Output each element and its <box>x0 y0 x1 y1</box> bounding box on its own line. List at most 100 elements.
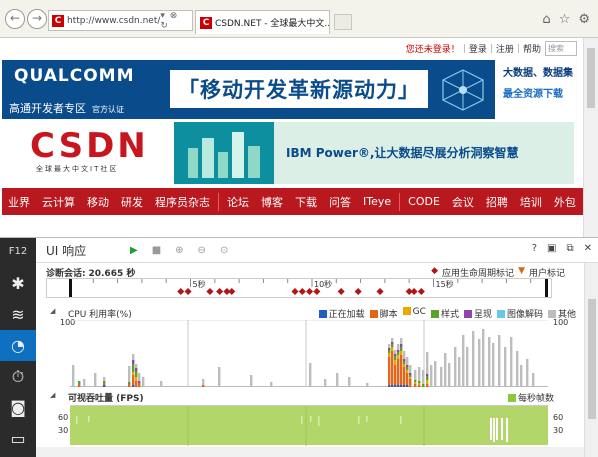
lifecycle-marker <box>298 287 306 296</box>
fps-swatch <box>507 394 516 402</box>
back-button[interactable]: ← <box>5 9 25 29</box>
fps-chart[interactable] <box>70 405 548 446</box>
dom-explorer-icon[interactable]: ✱ <box>0 268 36 299</box>
cpu-bar-segment <box>414 382 417 384</box>
tab-csdn[interactable]: C CSDN.NET - 全球最大中文... × <box>195 10 330 34</box>
settings-gear-icon[interactable]: ⚙ <box>578 12 590 27</box>
nav-item[interactable]: 招聘 <box>480 194 514 210</box>
cpu-bar-segment <box>132 364 135 372</box>
cpu-bar-segment <box>138 381 141 383</box>
ui-responsiveness-icon[interactable]: ◔ <box>0 330 36 361</box>
cpu-bar-segment <box>406 367 409 370</box>
login-link[interactable]: 登录 <box>469 42 487 55</box>
network-icon[interactable]: ≋ <box>0 299 36 330</box>
nav-item[interactable]: ITeye <box>357 195 397 208</box>
cpu-bar-segment <box>403 364 406 367</box>
nav-item[interactable]: CODE <box>402 195 446 208</box>
lifecycle-marker <box>337 287 345 296</box>
sub-nav-cut-off <box>2 218 583 237</box>
cpu-bar-segment <box>128 382 131 384</box>
cpu-bar-segment <box>422 370 425 384</box>
collapse-arrow-icon[interactable]: ◢ <box>50 307 55 315</box>
nav-item[interactable]: 业界 <box>2 194 36 210</box>
cpu-bar-segment <box>202 379 205 385</box>
nav-item[interactable]: 移动 <box>81 194 115 210</box>
close-devtools-icon[interactable]: ✕ <box>584 243 592 254</box>
cpu-chart[interactable] <box>70 319 548 387</box>
cpu-bar-segment <box>414 384 417 387</box>
legend-swatch <box>496 310 505 318</box>
nav-item[interactable]: 下载 <box>289 194 323 210</box>
zoom-in-icon[interactable]: ⊕ <box>175 245 183 256</box>
cpu-bar-segment <box>309 363 312 387</box>
cpu-bar-segment <box>94 373 97 387</box>
cpu-bar-segment <box>397 359 400 385</box>
console-icon[interactable]: ▣ <box>547 243 556 254</box>
undock-icon[interactable]: ⧉ <box>566 243 573 254</box>
nav-item[interactable]: 论坛 <box>221 194 255 210</box>
cpu-bar-segment <box>472 331 475 387</box>
timeline-tick-label: 15秒 <box>436 279 454 289</box>
register-link[interactable]: 注册 <box>496 42 514 55</box>
timeline-ruler[interactable]: 5秒10秒15秒20秒 <box>46 278 552 298</box>
bigdata-ad[interactable]: 大数据、数据集 最全资源下载 <box>503 64 573 106</box>
nav-item[interactable]: 培训 <box>514 194 548 210</box>
nav-item[interactable]: 外包 <box>548 194 582 210</box>
new-tab-button[interactable] <box>334 14 352 30</box>
cpu-bar-segment <box>403 351 406 359</box>
emulation-icon[interactable]: ▭ <box>0 423 36 454</box>
url-text[interactable]: http://www.csdn.net/ <box>67 16 160 26</box>
cpu-bar-segment <box>409 373 412 375</box>
address-bar[interactable]: C http://www.csdn.net/ ▾ ⊗ ↻ <box>48 10 193 31</box>
cpu-bar-segment <box>135 381 138 387</box>
cpu-bar-segment <box>103 383 106 385</box>
cpu-bar-segment <box>78 384 81 387</box>
bigdata-link[interactable]: 最全资源下载 <box>503 85 573 100</box>
cpu-bar-segment <box>414 370 417 380</box>
cpu-bar-segment <box>270 382 273 387</box>
legend-swatch <box>430 310 439 318</box>
home-icon[interactable]: ⌂ <box>542 12 550 27</box>
cpu-legend: 正在加载 脚本 GC 样式 呈现 图像解码 其他 <box>318 307 576 320</box>
page-scrollbar[interactable] <box>583 38 598 237</box>
cpu-bar-segment <box>406 370 409 373</box>
cpu-bar-segment <box>409 379 412 387</box>
cpu-bar-segment <box>394 350 397 354</box>
zoom-out-icon[interactable]: ⊖ <box>198 245 206 256</box>
csdn-logo[interactable]: CSDN 全球最大中文IT社区 <box>30 128 149 174</box>
help-link[interactable]: 帮助 <box>523 42 541 55</box>
nav-item[interactable]: 会议 <box>446 194 480 210</box>
cpu-bar-segment <box>409 365 412 373</box>
stop-profiling-icon[interactable]: ■ <box>152 245 161 256</box>
help-icon[interactable]: ? <box>532 243 537 254</box>
address-controls[interactable]: ▾ ⊗ ↻ <box>160 11 192 31</box>
cpu-bar-segment <box>135 368 138 371</box>
search-input[interactable]: 搜索 <box>545 41 577 56</box>
ibm-ad-banner[interactable]: IBM Power®,让大数据尽展分析洞察智慧 <box>174 122 574 184</box>
devtools-scrollbar[interactable] <box>584 263 598 457</box>
ibm-ad-text: IBM Power®,让大数据尽展分析洞察智慧 <box>286 146 519 160</box>
lifecycle-marker <box>410 287 418 296</box>
fps-dip <box>400 416 402 424</box>
nav-item[interactable]: 研发 <box>115 194 149 210</box>
favorites-star-icon[interactable]: ☆ <box>559 12 571 27</box>
reset-zoom-icon[interactable]: ⊙ <box>220 245 228 256</box>
cpu-bar-segment <box>406 385 409 387</box>
nav-item[interactable]: 程序员杂志 <box>149 194 216 210</box>
lifecycle-marker <box>228 287 236 296</box>
nav-item[interactable]: 博客 <box>255 194 289 210</box>
nav-item[interactable]: 云计算 <box>36 194 81 210</box>
lifecycle-marker <box>216 287 224 296</box>
start-profiling-icon[interactable]: ▶ <box>130 245 138 256</box>
cpu-bar-segment <box>202 385 205 387</box>
fps-dip <box>76 416 78 424</box>
forward-button[interactable]: → <box>27 9 47 29</box>
cpu-bar-segment <box>434 361 437 387</box>
nav-item[interactable]: 问答 <box>323 194 357 210</box>
lifecycle-marker <box>417 287 425 296</box>
camera-icon[interactable]: ◙ <box>0 392 36 423</box>
memory-icon[interactable]: ⏱ <box>0 361 36 392</box>
qualcomm-ad-banner[interactable]: QUALCOMM 高通开发者专区 官方认证 「移动开发革新源动力」 <box>2 60 495 119</box>
fps-tick-30: 30 <box>58 426 69 435</box>
collapse-arrow-icon[interactable]: ◢ <box>50 391 55 399</box>
